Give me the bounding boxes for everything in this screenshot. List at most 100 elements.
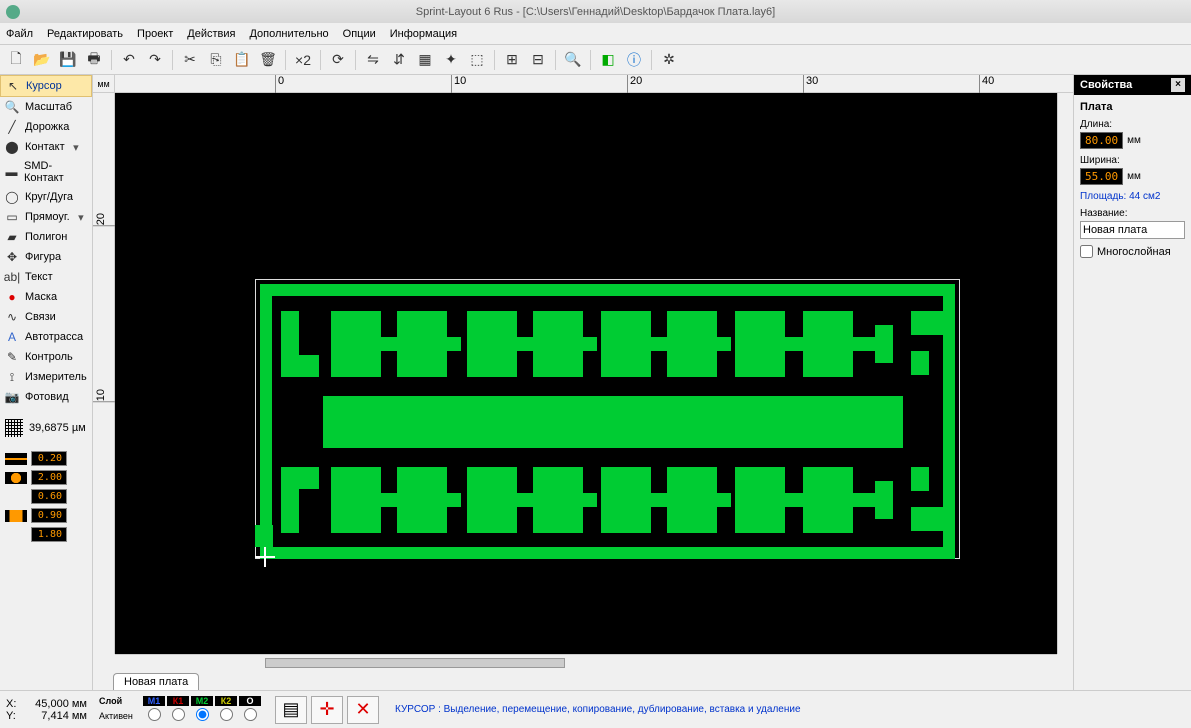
tool-icon: ⬤ (5, 140, 19, 154)
menu-edit[interactable]: Редактировать (47, 28, 123, 40)
status-hint: КУРСОР : Выделение, перемещение, копиров… (387, 704, 1191, 715)
tool-label: Автотрасса (25, 331, 83, 343)
layer-label-К2[interactable]: К2 (215, 696, 237, 706)
width-label: Ширина: (1080, 155, 1185, 166)
ground-button[interactable]: ▤ (275, 696, 307, 724)
width-value[interactable]: 55.00 (1080, 168, 1123, 185)
tool-icon: ╱ (5, 120, 19, 134)
tool-текст[interactable]: ab|Текст (0, 267, 92, 287)
layer-m1-radio[interactable] (148, 708, 161, 721)
tool-icon: A (5, 330, 19, 344)
area-text: Площадь: 44 см2 (1080, 191, 1185, 202)
rotate-button[interactable]: ⟳ (326, 48, 350, 72)
tool-label: Фотовид (25, 391, 69, 403)
layer-label-К1[interactable]: К1 (167, 696, 189, 706)
tool-маска[interactable]: ●Маска (0, 287, 92, 307)
tool-полигон[interactable]: ▰Полигон (0, 227, 92, 247)
pad-inner-param[interactable]: 0.60 (0, 487, 92, 506)
layer-label-О[interactable]: О (239, 696, 261, 706)
info-button[interactable]: ⓘ (622, 48, 646, 72)
layer-k2-radio[interactable] (220, 708, 233, 721)
board-tabs: Новая плата (93, 670, 1073, 690)
align-button[interactable]: ▦ (413, 48, 437, 72)
tool-icon: 🔍 (5, 100, 19, 114)
print-button[interactable]: 🖶 (82, 48, 106, 72)
duplicate-button[interactable]: ×2 (291, 48, 315, 72)
split-button[interactable]: ⊟ (526, 48, 550, 72)
tool-дорожка[interactable]: ╱Дорожка (0, 117, 92, 137)
layer-m2-radio[interactable] (196, 708, 209, 721)
tool-фигура[interactable]: ✥Фигура (0, 247, 92, 267)
redo-button[interactable]: ↷ (143, 48, 167, 72)
tool-label: Полигон (25, 231, 67, 243)
tool-icon: 📷 (5, 390, 19, 404)
layer-label-М1[interactable]: М1 (143, 696, 165, 706)
tool-label: Маска (25, 291, 57, 303)
track-icon (5, 453, 27, 465)
copy-button[interactable]: ⎘ (204, 48, 228, 72)
open-button[interactable]: 📂 (30, 48, 54, 72)
smd-w-param[interactable]: 0.90 (0, 506, 92, 525)
coordinates: X:45,000 мм Y:7,414 мм (0, 696, 93, 724)
layer-k1-radio[interactable] (172, 708, 185, 721)
menu-options[interactable]: Опции (343, 28, 376, 40)
properties-panel: Свойства × Плата Длина: 80.00 мм Ширина:… (1073, 75, 1191, 690)
length-label: Длина: (1080, 119, 1185, 130)
tool-автотрасса[interactable]: A Автотрасса (0, 327, 92, 347)
status-bar: X:45,000 мм Y:7,414 мм Слой М1К1 М2К2 О … (0, 690, 1191, 728)
tool-smd-контакт[interactable]: ▬SMD-Контакт (0, 157, 92, 187)
new-button[interactable]: 🗋 (4, 48, 28, 72)
title-bar: Sprint-Layout 6 Rus - [C:\Users\Геннадий… (0, 0, 1191, 23)
transparent-button[interactable]: ◧ (596, 48, 620, 72)
tool-прямоуг.[interactable]: ▭Прямоуг.▾ (0, 207, 92, 227)
cut-button[interactable]: ✂ (178, 48, 202, 72)
tool-фотовид[interactable]: 📷 Фотовид (0, 387, 92, 407)
vertical-scrollbar[interactable] (1057, 93, 1073, 654)
menu-info[interactable]: Информация (390, 28, 457, 40)
length-value[interactable]: 80.00 (1080, 132, 1123, 149)
drc-button[interactable]: ✕ (347, 696, 379, 724)
tool-связи[interactable]: ∿Связи (0, 307, 92, 327)
tool-круг/дуга[interactable]: ◯Круг/Дуга (0, 187, 92, 207)
tool-курсор[interactable]: ↖Курсор (0, 75, 92, 97)
mirror-h-button[interactable]: ⇋ (361, 48, 385, 72)
tool-icon: ab| (5, 270, 19, 284)
paste-button[interactable]: 📋 (230, 48, 254, 72)
name-input[interactable] (1080, 221, 1185, 239)
tool-контакт[interactable]: ⬤Контакт▾ (0, 137, 92, 157)
pad-icon (5, 472, 27, 484)
pcb-canvas[interactable] (115, 93, 1057, 654)
menu-extra[interactable]: Дополнительно (249, 28, 328, 40)
tool-контроль[interactable]: ✎Контроль (0, 347, 92, 367)
tab-board[interactable]: Новая плата (113, 673, 199, 690)
layer-o-radio[interactable] (244, 708, 257, 721)
mirror-v-button[interactable]: ⇵ (387, 48, 411, 72)
group-button[interactable]: ⬚ (465, 48, 489, 72)
zoom-button[interactable]: 🔍 (561, 48, 585, 72)
menu-actions[interactable]: Действия (187, 28, 235, 40)
component-button[interactable]: ✲ (657, 48, 681, 72)
origin-button[interactable]: ✛ (311, 696, 343, 724)
close-panel-button[interactable]: × (1171, 78, 1185, 92)
grid-setting[interactable]: 39,6875 µм (0, 415, 92, 441)
multilayer-checkbox[interactable]: Многослойная (1080, 245, 1185, 258)
tool-icon: ↖ (6, 79, 20, 93)
tool-icon: ✎ (5, 350, 19, 364)
panel-title: Свойства (1080, 79, 1132, 91)
tool-label: SMD-Контакт (24, 160, 87, 184)
smd-h-param[interactable]: 1.80 (0, 525, 92, 544)
layer-label-М2[interactable]: М2 (191, 696, 213, 706)
menu-file[interactable]: Файл (6, 28, 33, 40)
delete-button[interactable]: 🗑 (256, 48, 280, 72)
snap-button[interactable]: ✦ (439, 48, 463, 72)
pad-outer-param[interactable]: 2.00 (0, 468, 92, 487)
track-width-param[interactable]: 0.20 (0, 449, 92, 468)
tool-масштаб[interactable]: 🔍Масштаб (0, 97, 92, 117)
ungroup-button[interactable]: ⊞ (500, 48, 524, 72)
tool-icon: ✥ (5, 250, 19, 264)
tool-измеритель[interactable]: ⟟Измеритель (0, 367, 92, 387)
undo-button[interactable]: ↶ (117, 48, 141, 72)
save-button[interactable]: 💾 (56, 48, 80, 72)
horizontal-scrollbar[interactable] (115, 654, 1057, 670)
menu-project[interactable]: Проект (137, 28, 173, 40)
